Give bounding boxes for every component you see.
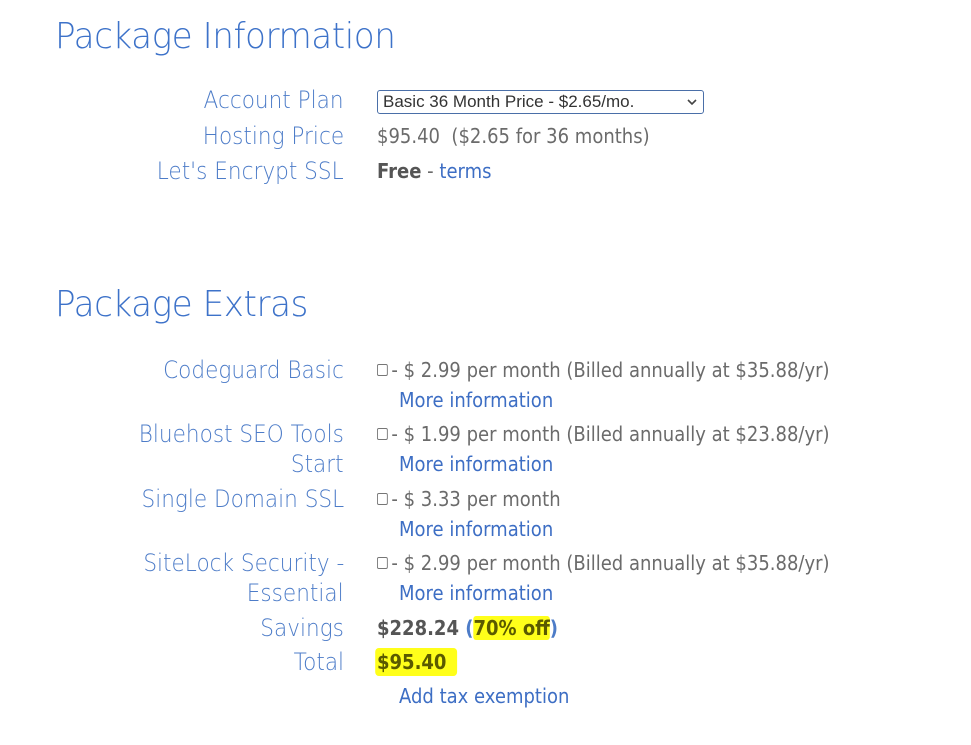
ssl-separator: - [421,159,440,183]
account-plan-label: Account Plan [203,86,344,114]
hosting-price-value: $95.40 ($2.65 for 36 months) [377,124,650,148]
ssl-label: Let's Encrypt SSL [157,157,344,185]
extra-price: - $ 2.99 per month (Billed annually at $… [377,548,830,578]
extra-price: - $ 2.99 per month (Billed annually at $… [377,355,830,385]
package-information-heading: Package Information [55,16,396,57]
ssl-terms-link[interactable]: terms [439,159,491,183]
savings-close-paren: ) [549,616,559,640]
extra-checkbox[interactable] [377,428,388,440]
extra-label: Bluehost SEO Tools [138,420,344,448]
extra-price: - $ 3.33 per month [377,484,561,514]
account-plan-selected-value: Basic 36 Month Price - $2.65/mo. [383,92,635,111]
extra-label-line2: Start [291,450,344,478]
total-value: $95.40 [375,647,458,677]
total-amount: $95.40 [375,648,458,676]
extra-price: - $ 1.99 per month (Billed annually at $… [377,419,830,449]
savings-open-paren: ( [458,616,474,640]
extra-price-text: - $ 2.99 per month (Billed annually at $… [391,358,830,382]
hosting-price-label: Hosting Price [202,122,344,150]
account-plan-select[interactable]: Basic 36 Month Price - $2.65/mo. [377,90,704,114]
more-information-link[interactable]: More information [399,385,553,415]
more-information-link[interactable]: More information [399,514,553,544]
add-tax-exemption-link[interactable]: Add tax exemption [399,681,569,711]
extra-price-text: - $ 3.33 per month [391,487,561,511]
savings-amount: $228.24 [377,616,459,640]
extra-label: Codeguard Basic [163,356,344,384]
extra-checkbox[interactable] [377,557,388,569]
ssl-free-text: Free [377,159,422,183]
extra-price-text: - $ 1.99 per month (Billed annually at $… [391,422,830,446]
total-label: Total [293,648,344,676]
extra-label-line2: Essential [247,579,344,607]
extra-label: SiteLock Security - [143,549,344,577]
chevron-down-icon [687,99,697,106]
extra-checkbox[interactable] [377,364,388,376]
extra-checkbox[interactable] [377,493,388,505]
discount-badge: 70% off [473,616,550,640]
ssl-value: Free - terms [377,156,492,186]
package-extras-heading: Package Extras [55,284,308,325]
more-information-link[interactable]: More information [399,578,553,608]
extra-price-text: - $ 2.99 per month (Billed annually at $… [391,551,830,575]
savings-value: $228.24 (70% off) [377,613,558,643]
more-information-link[interactable]: More information [399,449,553,479]
savings-label: Savings [260,614,344,642]
extra-label: Single Domain SSL [141,485,344,513]
